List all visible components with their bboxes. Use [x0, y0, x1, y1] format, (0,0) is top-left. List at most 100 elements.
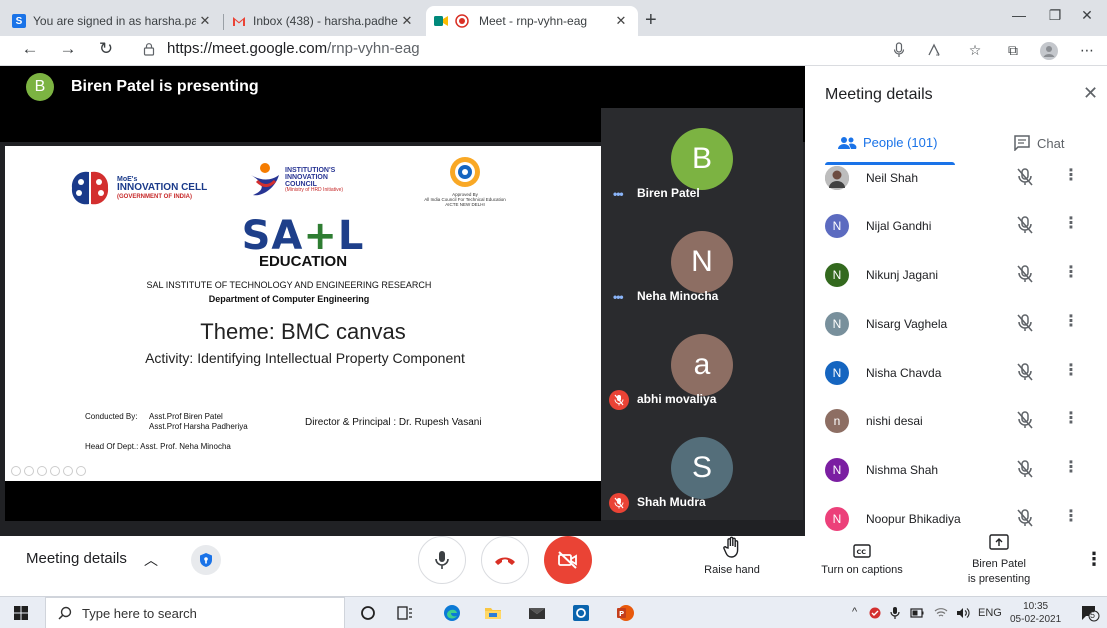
tile-name: Shah Mudra [637, 495, 706, 509]
chevron-up-icon[interactable]: ︿ [144, 550, 158, 570]
person-name: Neil Shah [866, 171, 919, 185]
browser-tab-inbox[interactable]: Inbox (438) - harsha.padheriya@ ✕ [224, 6, 424, 36]
more-options-icon[interactable]: ⋮ [1063, 265, 1079, 281]
svg-text:CC: CC [857, 548, 867, 556]
more-options-icon[interactable]: ⋮ [1063, 314, 1079, 330]
file-explorer-icon[interactable] [484, 604, 502, 622]
window-close-icon[interactable]: ✕ [1072, 7, 1102, 24]
battery-icon[interactable] [910, 608, 924, 618]
more-options-icon[interactable]: ⋮ [1063, 411, 1079, 427]
antivirus-tray-icon[interactable] [868, 607, 882, 619]
participant-tile[interactable]: B ••• Biren Patel [601, 108, 803, 211]
mic-off-icon[interactable] [1016, 313, 1034, 333]
host-controls-shield-icon[interactable] [191, 545, 221, 575]
restore-icon[interactable]: ❐ [1040, 7, 1070, 24]
microphone-button[interactable] [418, 536, 466, 584]
mic-off-icon[interactable] [1016, 264, 1034, 284]
notification-count: 5 [1090, 610, 1096, 620]
reload-icon[interactable]: ↻ [94, 39, 118, 59]
task-view-icon[interactable] [396, 604, 414, 622]
participant-tile[interactable]: a abhi movaliya [601, 314, 803, 417]
powerpoint-icon[interactable]: P [616, 604, 634, 622]
slide-copy-icon[interactable] [50, 466, 60, 476]
new-tab-icon[interactable]: + [645, 9, 657, 32]
presentation-slide: MoE's INNOVATION CELL (GOVERNMENT OF IND… [5, 146, 601, 481]
meet-icon [434, 14, 448, 28]
outlook-app-icon[interactable] [572, 604, 590, 622]
participant-tile[interactable]: S Shah Mudra [601, 417, 803, 520]
mic-off-icon[interactable] [1016, 362, 1034, 382]
taskbar-search-input[interactable]: Type here to search [45, 597, 345, 628]
slide-pen-icon[interactable] [37, 466, 47, 476]
participant-tile[interactable]: N ••• Neha Minocha [601, 211, 803, 314]
person-name: nishi desai [866, 414, 923, 428]
slide-zoom-in-icon[interactable] [63, 466, 73, 476]
iic-line2: INNOVATION [285, 174, 328, 181]
more-options-icon[interactable]: ⋮ [1063, 509, 1079, 525]
mic-tray-icon[interactable] [890, 606, 900, 620]
list-item[interactable]: N Nisarg Vaghela ⋮ [805, 300, 1107, 348]
edge-browser-icon[interactable] [443, 604, 461, 622]
address-bar[interactable]: https://meet.google.com/rnp-vyhn-eag [142, 40, 420, 57]
close-icon[interactable]: ✕ [398, 13, 416, 29]
mail-app-icon[interactable] [528, 604, 546, 622]
slide-zoom-out-icon[interactable] [76, 466, 86, 476]
close-icon[interactable]: ✕ [196, 13, 214, 29]
person-avatar: N [825, 263, 849, 287]
browser-tab-strip: S You are signed in as harsha.padh ✕ Inb… [0, 0, 1107, 36]
cortana-icon[interactable] [359, 604, 377, 622]
more-options-icon[interactable]: ⋮ [1063, 168, 1079, 184]
close-icon[interactable]: ✕ [1083, 83, 1098, 104]
profile-avatar-icon[interactable] [1040, 42, 1058, 60]
slide-letterbox [5, 481, 601, 521]
present-label-line1: Biren Patel [972, 558, 1026, 570]
tab-title: Inbox (438) - harsha.padheriya@ [253, 14, 398, 28]
list-item[interactable]: Neil Shah ⋮ [805, 166, 1107, 202]
forward-icon[interactable]: → [56, 39, 80, 59]
minimize-icon[interactable]: — [1004, 7, 1034, 23]
collections-icon[interactable]: ⧉ [1004, 42, 1022, 60]
raise-hand-button[interactable]: Raise hand [699, 536, 765, 576]
leave-call-button[interactable] [481, 536, 529, 584]
captions-button[interactable]: CC Turn on captions [812, 536, 912, 576]
sal-education-logo: SA+L EDUCATION [5, 216, 601, 270]
tray-chevron-up-icon[interactable]: ^ [852, 606, 857, 618]
browser-tab-meet[interactable]: Meet - rnp-vyhn-eag ✕ [426, 6, 638, 36]
list-item[interactable]: N Nishma Shah ⋮ [805, 446, 1107, 494]
browser-tab-signed-in[interactable]: S You are signed in as harsha.padh ✕ [4, 6, 222, 36]
more-menu-icon[interactable]: ⋯ [1078, 42, 1096, 60]
slide-prev-icon[interactable] [11, 466, 21, 476]
more-options-icon[interactable]: ⋮ [1063, 460, 1079, 476]
back-icon[interactable]: ← [18, 39, 42, 59]
moe-line2: INNOVATION CELL [117, 182, 208, 194]
tab-people[interactable]: People (101) [837, 135, 937, 150]
input-language[interactable]: ENG [978, 607, 1002, 619]
wifi-icon[interactable] [934, 607, 948, 619]
present-now-button[interactable]: Biren Patel is presenting [954, 530, 1044, 585]
list-item[interactable]: N Nisha Chavda ⋮ [805, 349, 1107, 397]
read-aloud-icon[interactable]: a [925, 42, 943, 60]
mic-permission-icon[interactable] [890, 42, 908, 60]
mic-off-icon[interactable] [1016, 410, 1034, 430]
meeting-details-button[interactable]: Meeting details [26, 550, 127, 567]
mic-off-icon[interactable] [1016, 508, 1034, 528]
mic-off-icon[interactable] [1016, 167, 1034, 187]
mic-off-icon[interactable] [1016, 215, 1034, 235]
more-options-icon[interactable]: ⋮ [1063, 216, 1079, 232]
more-options-icon[interactable]: ⋮ [1063, 363, 1079, 379]
hand-icon [723, 536, 739, 558]
volume-icon[interactable] [956, 607, 970, 619]
list-item[interactable]: N Nikunj Jagani ⋮ [805, 251, 1107, 299]
close-icon[interactable]: ✕ [612, 13, 630, 29]
taskbar-clock[interactable]: 10:35 05-02-2021 [1010, 600, 1061, 626]
list-item[interactable]: n nishi desai ⋮ [805, 397, 1107, 445]
slide-next-icon[interactable] [24, 466, 34, 476]
mic-off-icon[interactable] [1016, 459, 1034, 479]
person-avatar: N [825, 214, 849, 238]
list-item[interactable]: N Nijal Gandhi ⋮ [805, 202, 1107, 250]
windows-start-icon[interactable] [14, 606, 28, 620]
favorites-icon[interactable]: ☆ [966, 42, 984, 60]
more-options-icon[interactable]: ⋮ [1085, 550, 1103, 568]
tab-chat[interactable]: Chat [1013, 135, 1064, 151]
camera-button[interactable] [544, 536, 592, 584]
